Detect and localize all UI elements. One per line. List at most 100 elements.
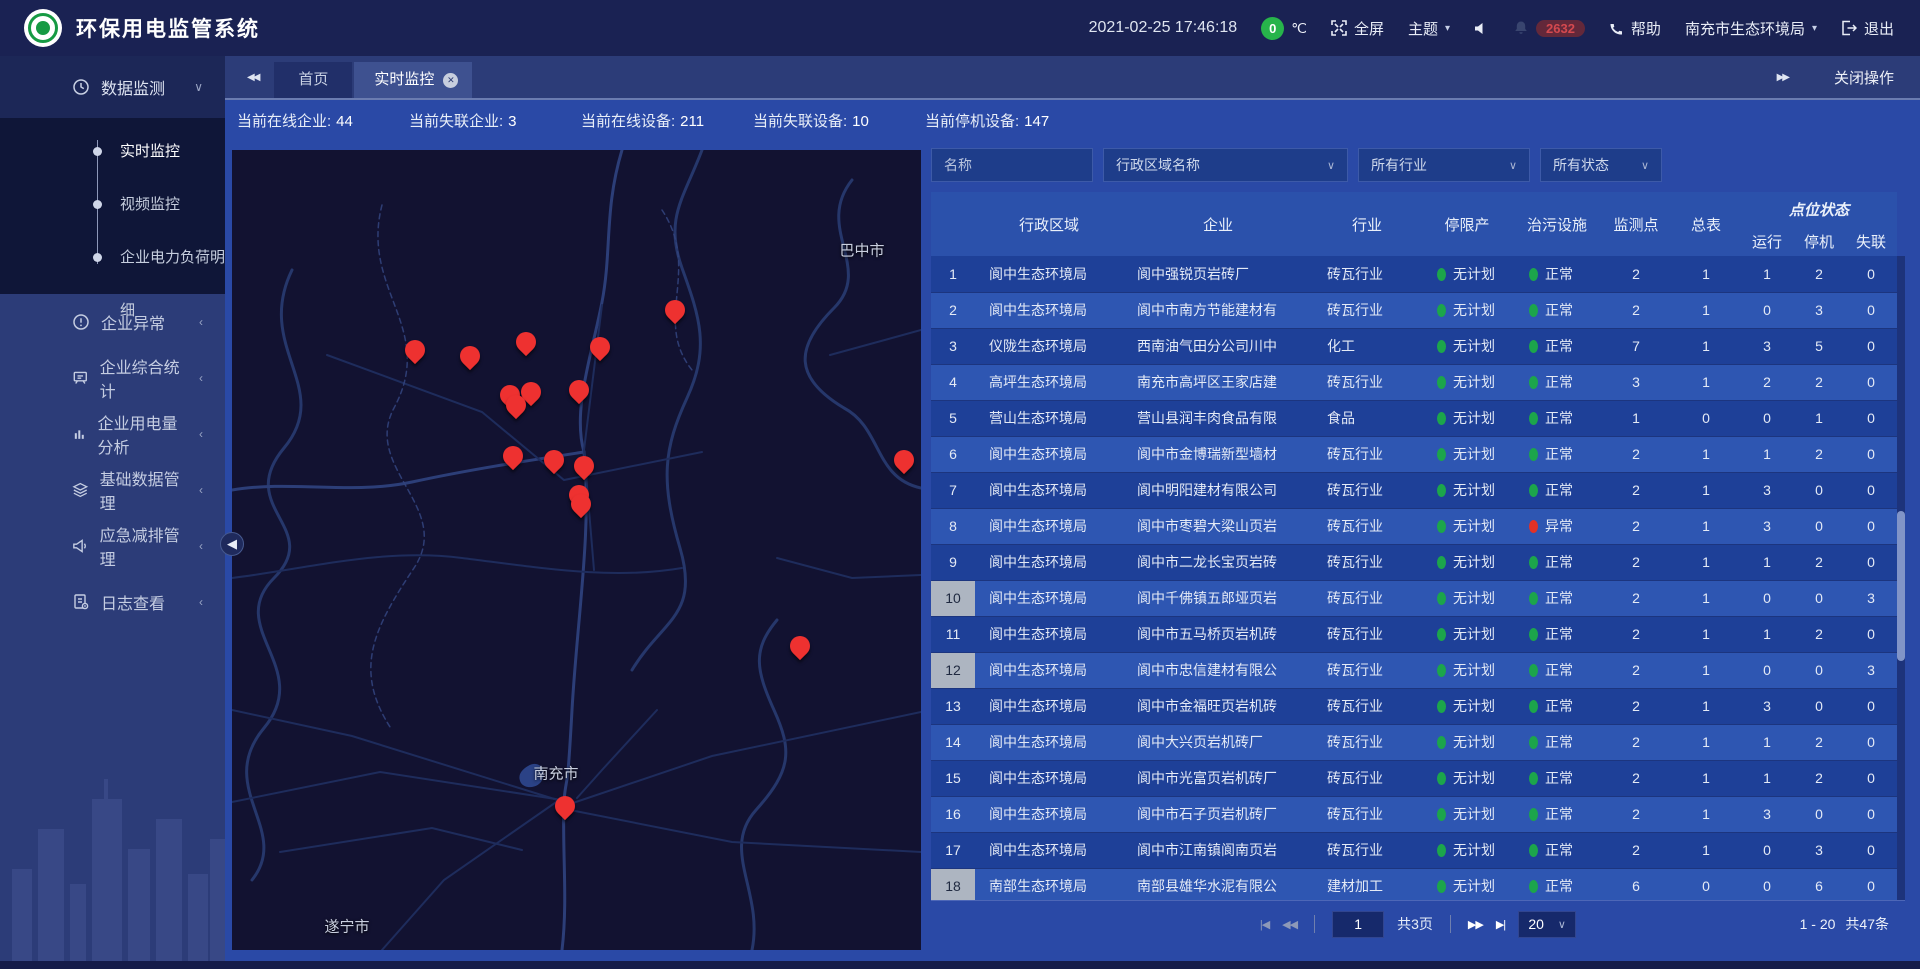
map-pin[interactable]	[551, 792, 579, 820]
help-button[interactable]: 帮助	[1609, 18, 1661, 39]
sidebar-subitem-power-load-detail[interactable]: 企业电力负荷明细	[0, 231, 225, 284]
cell-region: 阆中生态环境局	[975, 436, 1123, 472]
scroll-tabs-left-icon[interactable]: ◀◀	[247, 72, 258, 83]
org-menu-button[interactable]: 南充市生态环境局 ▾	[1685, 18, 1817, 39]
map-pin[interactable]	[786, 632, 814, 660]
table-row[interactable]: 1阆中生态环境局阆中强锐页岩砖厂砖瓦行业无计划正常21120	[931, 256, 1897, 292]
cell-industry: 化工	[1313, 328, 1421, 364]
industry-filter-select[interactable]: 所有行业 ∨	[1358, 148, 1530, 182]
table-row[interactable]: 13阆中生态环境局阆中市金福旺页岩机砖砖瓦行业无计划正常21300	[931, 688, 1897, 724]
theme-menu-button[interactable]: 主题 ▾	[1408, 18, 1450, 39]
last-page-button[interactable]: ▶|	[1496, 918, 1505, 931]
table-row[interactable]: 5营山生态环境局营山县润丰肉食品有限食品无计划正常10010	[931, 400, 1897, 436]
sidebar-item-log-view[interactable]: 日志查看 ‹	[0, 574, 225, 630]
table-row[interactable]: 15阆中生态环境局阆中市光富页岩机砖厂砖瓦行业无计划正常21120	[931, 760, 1897, 796]
cell-limit-status: 无计划	[1421, 796, 1513, 832]
map-pin[interactable]	[890, 446, 918, 474]
sidebar-item-data-monitoring[interactable]: 数据监测 ∨	[0, 56, 225, 118]
sidebar-item-power-usage-analysis[interactable]: 企业用电量分析 ‹	[0, 406, 225, 462]
col-header-stopped: 停机	[1793, 226, 1845, 256]
table-row[interactable]: 11阆中生态环境局阆中市五马桥页岩机砖砖瓦行业无计划正常21120	[931, 616, 1897, 652]
next-page-button[interactable]: ▶▶	[1468, 918, 1483, 931]
fullscreen-button[interactable]: 全屏	[1331, 18, 1384, 39]
cell-limit-status: 无计划	[1421, 652, 1513, 688]
sidebar-item-enterprise-statistics[interactable]: 企业综合统计 ‹	[0, 350, 225, 406]
cell-meter: 1	[1671, 724, 1741, 760]
cell-industry: 砖瓦行业	[1313, 760, 1421, 796]
table-row[interactable]: 10阆中生态环境局阆中千佛镇五郎垭页岩砖瓦行业无计划正常21003	[931, 580, 1897, 616]
close-operations-button[interactable]: 关闭操作	[1834, 67, 1894, 88]
prev-page-button[interactable]: ◀◀	[1282, 918, 1297, 931]
tab-realtime-monitor[interactable]: 实时监控 ✕	[354, 62, 472, 98]
table-row[interactable]: 17阆中生态环境局阆中市江南镇阆南页岩砖瓦行业无计划正常21030	[931, 832, 1897, 868]
stat-online-enterprises: 当前在线企业:44	[237, 110, 409, 131]
cell-lost: 0	[1845, 724, 1897, 760]
map-panel[interactable]: 巴中市南充市遂宁市	[232, 150, 921, 950]
table-row[interactable]: 7阆中生态环境局阆中明阳建材有限公司砖瓦行业无计划正常21300	[931, 472, 1897, 508]
cell-stop: 1	[1793, 400, 1845, 436]
table-row[interactable]: 14阆中生态环境局阆中大兴页岩机砖厂砖瓦行业无计划正常21120	[931, 724, 1897, 760]
cell-stop: 6	[1793, 868, 1845, 900]
table-row[interactable]: 8阆中生态环境局阆中市枣碧大梁山页岩砖瓦行业无计划异常21300	[931, 508, 1897, 544]
row-index: 6	[931, 436, 975, 472]
map-pin[interactable]	[499, 442, 527, 470]
cell-region: 阆中生态环境局	[975, 724, 1123, 760]
page-size-select[interactable]: 20 ∨	[1518, 911, 1576, 938]
table-row[interactable]: 9阆中生态环境局阆中市二龙长宝页岩砖砖瓦行业无计划正常21120	[931, 544, 1897, 580]
sidebar-item-emergency-reduction[interactable]: 应急减排管理 ‹	[0, 518, 225, 574]
page-number-input[interactable]	[1332, 911, 1384, 938]
cell-company: 阆中市石子页岩机砖厂	[1123, 796, 1313, 832]
notifications-button[interactable]: 2632	[1513, 20, 1585, 37]
table-row[interactable]: 16阆中生态环境局阆中市石子页岩机砖厂砖瓦行业无计划正常21300	[931, 796, 1897, 832]
sidebar-subitem-realtime-monitor[interactable]: 实时监控	[0, 125, 225, 178]
table-row[interactable]: 18南部生态环境局南部县雄华水泥有限公建材加工无计划正常60060	[931, 868, 1897, 900]
map-pin[interactable]	[661, 296, 689, 324]
table-row[interactable]: 4高坪生态环境局南充市高坪区王家店建砖瓦行业无计划正常31220	[931, 364, 1897, 400]
status-dot	[1437, 484, 1446, 497]
fullscreen-icon	[1331, 20, 1347, 36]
col-header-lost: 失联	[1845, 226, 1897, 256]
map-pin[interactable]	[570, 452, 598, 480]
map-pin[interactable]	[540, 446, 568, 474]
map-pin[interactable]	[401, 336, 429, 364]
scroll-tabs-right-icon[interactable]: ▶▶	[1777, 72, 1788, 83]
name-filter-input[interactable]	[931, 148, 1093, 182]
scrollbar-thumb[interactable]	[1897, 511, 1905, 661]
sidebar-subitem-video-monitor[interactable]: 视频监控	[0, 178, 225, 231]
cell-run: 3	[1741, 328, 1793, 364]
cell-industry: 建材加工	[1313, 868, 1421, 900]
cell-company: 阆中市忠信建材有限公	[1123, 652, 1313, 688]
col-header-industry: 行业	[1313, 192, 1421, 256]
table-row[interactable]: 12阆中生态环境局阆中市忠信建材有限公砖瓦行业无计划正常21003	[931, 652, 1897, 688]
table-row[interactable]: 6阆中生态环境局阆中市金博瑞新型墙材砖瓦行业无计划正常21120	[931, 436, 1897, 472]
map-pin[interactable]	[586, 333, 614, 361]
table-scrollbar[interactable]	[1897, 256, 1905, 900]
map-collapse-button[interactable]: ◀	[220, 532, 244, 556]
region-filter-select[interactable]: 行政区域名称 ∨	[1103, 148, 1348, 182]
map-pin[interactable]	[456, 342, 484, 370]
table-row[interactable]: 3仪陇生态环境局西南油气田分公司川中化工无计划正常71350	[931, 328, 1897, 364]
volume-button[interactable]	[1474, 21, 1489, 36]
city-skyline-decoration	[0, 719, 225, 969]
cell-company: 阆中市南方节能建材有	[1123, 292, 1313, 328]
table-row[interactable]: 2阆中生态环境局阆中市南方节能建材有砖瓦行业无计划正常21030	[931, 292, 1897, 328]
cell-run: 0	[1741, 292, 1793, 328]
map-pin[interactable]	[565, 376, 593, 404]
map-pin[interactable]	[512, 328, 540, 356]
stat-stopped-devices: 当前停机设备:147	[925, 110, 1097, 131]
gauge-icon	[72, 78, 90, 96]
chevron-down-icon: ∨	[1641, 159, 1649, 172]
map-city-label: 巴中市	[839, 240, 884, 261]
sidebar-item-label: 日志查看	[101, 590, 165, 614]
cell-region: 阆中生态环境局	[975, 616, 1123, 652]
tab-home[interactable]: 首页	[274, 62, 352, 98]
logout-button[interactable]: 退出	[1841, 18, 1894, 39]
close-tab-icon[interactable]: ✕	[443, 73, 458, 88]
row-index: 9	[931, 544, 975, 580]
cell-region: 阆中生态环境局	[975, 544, 1123, 580]
sidebar-item-enterprise-abnormal[interactable]: 企业异常 ‹	[0, 294, 225, 350]
sidebar-item-base-data-management[interactable]: 基础数据管理 ‹	[0, 462, 225, 518]
table-body: 1阆中生态环境局阆中强锐页岩砖厂砖瓦行业无计划正常211202阆中生态环境局阆中…	[931, 256, 1897, 900]
first-page-button[interactable]: |◀	[1260, 918, 1269, 931]
status-filter-select[interactable]: 所有状态 ∨	[1540, 148, 1662, 182]
